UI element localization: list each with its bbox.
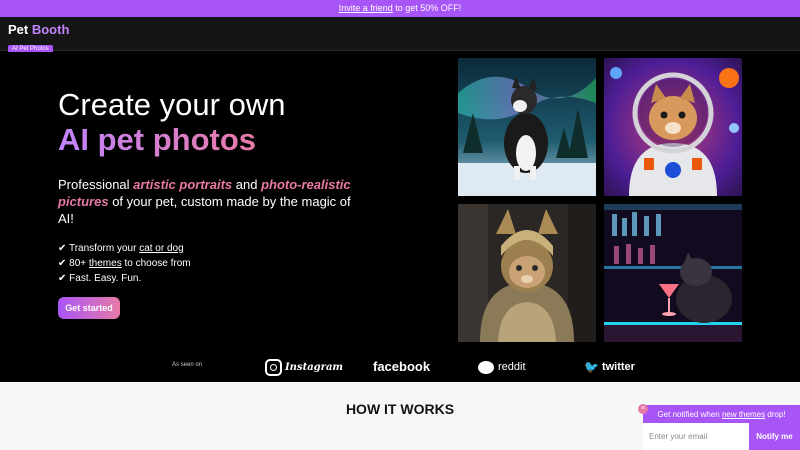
- as-seen-on-label: As seen on: [172, 362, 203, 368]
- feature-item: ✔ Transform your cat or dog: [58, 243, 184, 254]
- facebook-logo: facebook: [373, 359, 431, 374]
- email-input[interactable]: [643, 423, 749, 450]
- feature-item: ✔ 80+ themes to choose from: [58, 258, 191, 269]
- knight-cat-image: [458, 204, 596, 342]
- hero-section: Create your own AI pet photos Profession…: [0, 52, 800, 382]
- promo-text: to get 50% OFF!: [392, 3, 462, 13]
- site-header: Pet Booth AI Pet Photos: [0, 17, 800, 53]
- feature-list: ✔ Transform your cat or dog ✔ 80+ themes…: [58, 241, 191, 286]
- close-icon[interactable]: ×: [638, 404, 648, 414]
- feature-item: ✔ Fast. Easy. Fun.: [58, 273, 142, 284]
- hero-title-line2: AI pet photos: [58, 122, 257, 157]
- instagram-logo: Instagram: [265, 357, 343, 377]
- instagram-icon: [265, 358, 282, 376]
- logo[interactable]: Pet Booth AI Pet Photos: [8, 22, 69, 55]
- dog-aurora-image: [458, 58, 596, 196]
- dog-bar-image: [604, 204, 742, 342]
- get-started-button[interactable]: Get started: [58, 297, 120, 319]
- hero-description: Professional artistic portraits and phot…: [58, 177, 351, 226]
- cat-or-dog-link[interactable]: cat or dog: [139, 243, 183, 254]
- reddit-icon: [478, 360, 494, 374]
- notify-me-button[interactable]: Notify me: [749, 423, 800, 450]
- promo-bar: Invite a friend to get 50% OFF!: [0, 0, 800, 17]
- notify-text: Get notified when new themes drop!: [657, 410, 786, 419]
- new-themes-link[interactable]: new themes: [722, 410, 765, 419]
- logo-title: Pet Booth: [8, 22, 70, 37]
- hero-title-line1: Create your own: [58, 87, 286, 122]
- reddit-logo: reddit: [478, 358, 526, 376]
- bird-icon: 🐦: [584, 360, 599, 374]
- invite-friend-link[interactable]: Invite a friend: [339, 3, 393, 13]
- astronaut-cat-image: [604, 58, 742, 196]
- twitter-logo: 🐦 twitter: [584, 360, 635, 374]
- themes-link[interactable]: themes: [89, 258, 122, 269]
- as-seen-on: As seen on Instagram facebook reddit 🐦 t…: [0, 352, 800, 382]
